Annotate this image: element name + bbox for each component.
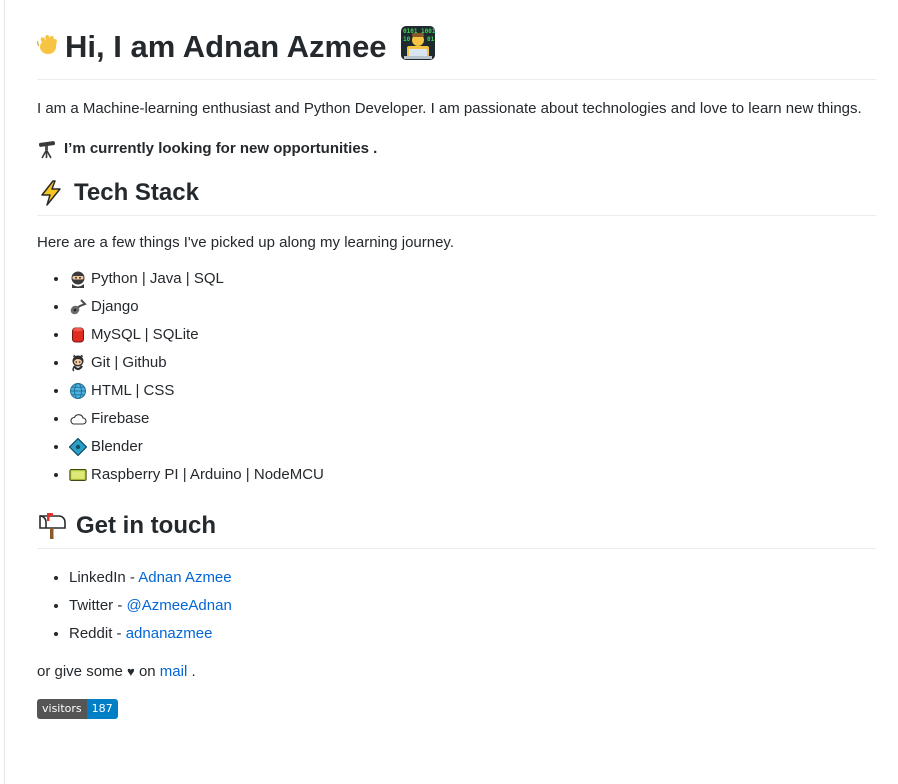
list-item-label: Django (91, 298, 139, 316)
list-item-label: Blender (91, 438, 143, 456)
list-item: MySQL | SQLite (69, 321, 876, 349)
mail-line: or give some ♥ on mail . (37, 660, 876, 684)
list-item: Python | Java | SQL (69, 265, 876, 293)
tech-stack-list: Python | Java | SQL Django MySQL | SQLit… (37, 265, 876, 489)
contact-list: LinkedIn - Adnan Azmee Twitter - @AzmeeA… (37, 564, 876, 648)
status-line: I’m currently looking for new opportunit… (37, 137, 876, 161)
mail-link[interactable]: mail (160, 663, 188, 680)
mail-mid: on (138, 663, 156, 681)
contact-heading-text: Get in touch (76, 512, 216, 540)
svg-text:10: 10 (403, 36, 411, 43)
badge-label: visitors (37, 699, 87, 720)
list-item: Git | Github (69, 349, 876, 377)
list-item: Raspberry PI | Arduino | NodeMCU (69, 461, 876, 489)
lightning-icon (37, 179, 65, 207)
list-item-label: Raspberry PI | Arduino | NodeMCU (91, 466, 324, 484)
contact-heading: Get in touch (37, 511, 876, 550)
reddit-link[interactable]: adnanazmee (126, 625, 213, 642)
circuit-board-icon (69, 466, 87, 484)
tech-stack-heading: Tech Stack (37, 178, 876, 216)
database-icon (69, 326, 87, 344)
contact-item-linkedin: LinkedIn - Adnan Azmee (69, 564, 876, 592)
mail-suffix: . (191, 663, 196, 681)
contact-item-twitter: Twitter - @AzmeeAdnan (69, 592, 876, 620)
page-title: Hi, I am Adnan Azmee 0101 1001 10 01 (37, 0, 876, 80)
octocat-icon (69, 354, 87, 372)
list-item-label: Git | Github (91, 354, 167, 372)
telescope-icon (37, 139, 57, 159)
left-border (4, 0, 5, 784)
ninja-icon (69, 270, 87, 289)
intro-text: I am a Machine-learning enthusiast and P… (37, 100, 862, 117)
svg-text:01: 01 (427, 36, 435, 43)
waving-hand-icon (35, 32, 61, 62)
list-item-label: MySQL | SQLite (91, 326, 199, 344)
list-item: Firebase (69, 405, 876, 433)
guitar-icon (69, 298, 87, 316)
linkedin-link[interactable]: Adnan Azmee (138, 569, 231, 586)
tech-stack-heading-text: Tech Stack (74, 179, 199, 206)
mail-prefix: or give some (37, 663, 123, 681)
list-item-label: HTML | CSS (91, 382, 175, 400)
contact-item-reddit: Reddit - adnanazmee (69, 620, 876, 648)
mailbox-icon (37, 512, 67, 540)
contact-label: Reddit - (69, 625, 126, 643)
globe-icon (69, 382, 87, 400)
contact-label: Twitter - (69, 597, 127, 615)
cloud-icon (69, 410, 87, 428)
page-title-text: Hi, I am Adnan Azmee (65, 29, 387, 64)
blender-icon (69, 438, 87, 457)
list-item-label: Firebase (91, 410, 150, 428)
visitors-badge[interactable]: visitors 187 (37, 699, 118, 720)
twitter-link[interactable]: @AzmeeAdnan (127, 597, 232, 614)
heart-icon: ♥ (127, 664, 135, 680)
contact-label: LinkedIn - (69, 569, 139, 587)
list-item-label: Python | Java | SQL (91, 270, 224, 288)
list-item: HTML | CSS (69, 377, 876, 405)
tech-stack-lead: Here are a few things I've picked up alo… (37, 234, 454, 251)
badge-count: 187 (86, 699, 118, 720)
list-item: Django (69, 293, 876, 321)
list-item: Blender (69, 433, 876, 461)
technologist-icon: 0101 1001 10 01 (400, 25, 436, 69)
status-text: I’m currently looking for new opportunit… (64, 140, 378, 157)
readme-content: Hi, I am Adnan Azmee 0101 1001 10 01 I a… (37, 0, 876, 720)
